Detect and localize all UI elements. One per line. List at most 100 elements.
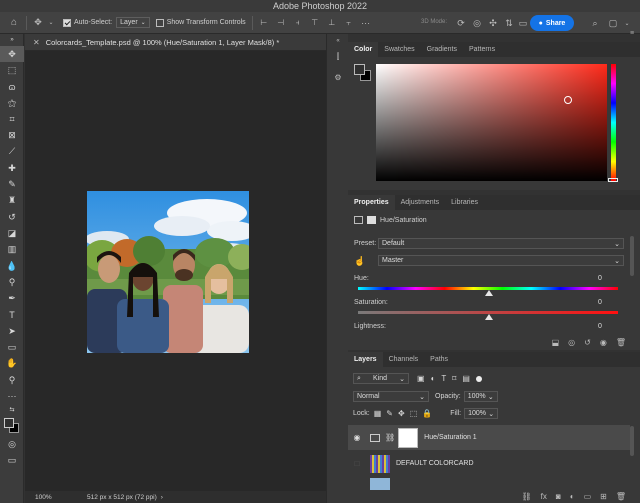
auto-select-target-dropdown[interactable]: Layer ⌄ <box>116 17 150 28</box>
close-icon[interactable]: ✕ <box>33 38 40 47</box>
screen-mode-icon[interactable]: ▭ <box>0 453 24 469</box>
clip-to-layer-icon[interactable]: ⬓ <box>552 338 560 347</box>
document-canvas[interactable] <box>87 191 249 353</box>
tab-gradients[interactable]: Gradients <box>421 42 463 57</box>
tab-color[interactable]: Color <box>348 42 379 57</box>
marquee-tool-icon[interactable]: ⬚ <box>0 62 24 78</box>
checkbox-unchecked-icon[interactable] <box>155 18 164 27</box>
quick-mask-icon[interactable]: ◎ <box>0 437 24 453</box>
filter-kind-dropdown[interactable]: ⌕ Kind ⌄ <box>353 373 409 384</box>
filter-smart-object-icon[interactable]: ▤ <box>462 374 470 383</box>
layers-scrollbar[interactable] <box>630 426 634 456</box>
checkbox-checked-icon[interactable] <box>63 18 71 27</box>
stamp-tool-icon[interactable]: ♜ <box>0 193 24 209</box>
filter-toggle-icon[interactable] <box>475 375 482 382</box>
eraser-tool-icon[interactable]: ◪ <box>0 225 24 241</box>
pen-tool-icon[interactable]: ✒ <box>0 290 24 306</box>
layer-row[interactable]: □ DEFAULT COLORCARD <box>348 451 630 476</box>
lock-artboard-icon[interactable]: ⬚ <box>410 409 418 418</box>
share-button[interactable]: ● Share <box>530 15 574 31</box>
foreground-color-swatch[interactable] <box>354 64 365 75</box>
tab-properties[interactable]: Properties <box>348 195 395 210</box>
dodge-tool-icon[interactable]: ⚲ <box>0 274 24 290</box>
history-icon[interactable]: ⫿ <box>327 49 349 65</box>
tab-channels[interactable]: Channels <box>383 352 425 367</box>
workspace-icon[interactable]: ▢ <box>607 17 619 29</box>
layer-mask-thumbnail[interactable] <box>398 427 419 448</box>
document-tab[interactable]: ✕ Colorcards_Template.psd @ 100% (Hue/Sa… <box>25 34 340 51</box>
hand-tool-icon[interactable]: ✋ <box>0 356 24 372</box>
orbit-icon[interactable]: ⟳ <box>455 17 467 29</box>
eye-icon[interactable]: ◉ <box>348 433 366 442</box>
brush-tool-icon[interactable]: ✎ <box>0 176 24 192</box>
new-adjustment-icon[interactable]: ◐ <box>570 492 575 501</box>
align-middle-icon[interactable]: ⊥ <box>326 17 338 29</box>
edit-toolbar-icon[interactable]: ··· <box>0 388 24 404</box>
gradient-tool-icon[interactable]: ▥ <box>0 242 24 258</box>
layer-row[interactable]: ◉ ⛓ Hue/Saturation 1 <box>348 425 630 450</box>
collapse-icon[interactable]: » <box>0 34 24 46</box>
link-layers-icon[interactable]: ⛓ <box>522 492 532 501</box>
tab-paths[interactable]: Paths <box>424 352 454 367</box>
magic-wand-tool-icon[interactable]: ⚝ <box>0 95 24 111</box>
tab-patterns[interactable]: Patterns <box>463 42 501 57</box>
layer-mask-icon[interactable] <box>367 216 376 224</box>
layer-row[interactable] <box>348 477 630 490</box>
move-tool-icon[interactable]: ✥ <box>0 46 24 63</box>
video-icon[interactable]: ▭ <box>517 17 529 29</box>
chevron-down-icon[interactable]: ⌄ <box>621 17 633 29</box>
canvas-area[interactable] <box>25 51 340 491</box>
eyedropper-tool-icon[interactable]: ⟋ <box>0 144 24 160</box>
reset-icon[interactable]: ↺ <box>584 338 591 347</box>
link-icon[interactable]: ⛓ <box>385 433 395 442</box>
align-top-icon[interactable]: ⊤ <box>309 17 321 29</box>
move-tool-icon[interactable]: ✥ <box>32 17 44 29</box>
brush-settings-icon[interactable]: ⚙ <box>327 69 349 85</box>
chevron-down-icon[interactable]: ⌄ <box>45 17 57 29</box>
lock-image-icon[interactable]: ✎ <box>386 409 393 418</box>
view-previous-icon[interactable]: ◎ <box>568 338 575 347</box>
visibility-icon[interactable]: ◉ <box>600 338 607 347</box>
channel-dropdown[interactable]: Master ⌄ <box>378 255 624 266</box>
align-center-icon[interactable]: ⊣ <box>275 17 287 29</box>
roll-icon[interactable]: ◎ <box>471 17 483 29</box>
align-bottom-icon[interactable]: ⫟ <box>343 17 355 29</box>
panel-menu-icon[interactable]: ≡ <box>630 30 634 37</box>
saturation-slider-thumb[interactable] <box>485 314 493 320</box>
hue-slider-thumb[interactable] <box>608 178 618 182</box>
frame-tool-icon[interactable]: ⊠ <box>0 127 24 143</box>
lock-position-icon[interactable]: ✥ <box>398 409 405 418</box>
show-transform-checkbox[interactable]: Show Transform Controls <box>155 18 246 27</box>
slide-3d-icon[interactable]: ⇅ <box>503 17 515 29</box>
auto-select-checkbox[interactable]: Auto-Select: <box>63 18 112 27</box>
home-icon[interactable]: ⌂ <box>8 17 20 29</box>
hue-slider[interactable] <box>611 64 616 181</box>
search-icon[interactable]: ⌕ <box>589 17 601 29</box>
tab-layers[interactable]: Layers <box>348 352 383 367</box>
filter-shape-icon[interactable]: ⌑ <box>452 374 456 383</box>
preset-dropdown[interactable]: Default ⌄ <box>378 238 624 249</box>
more-icon[interactable]: ··· <box>360 17 372 29</box>
tab-adjustments[interactable]: Adjustments <box>395 195 446 210</box>
properties-scrollbar[interactable] <box>630 236 634 276</box>
tab-libraries[interactable]: Libraries <box>445 195 484 210</box>
hue-value[interactable]: 0 <box>598 275 602 282</box>
align-right-icon[interactable]: ⫞ <box>292 17 304 29</box>
crop-tool-icon[interactable]: ⌗ <box>0 111 24 127</box>
chevron-right-icon[interactable]: › <box>161 494 163 501</box>
healing-brush-tool-icon[interactable]: ✚ <box>0 160 24 176</box>
color-field[interactable] <box>376 64 607 181</box>
new-layer-icon[interactable]: ⊞ <box>600 492 607 501</box>
add-mask-icon[interactable]: ◙ <box>556 492 561 501</box>
align-left-icon[interactable]: ⊢ <box>258 17 270 29</box>
filter-adjustment-icon[interactable]: ◐ <box>431 374 436 383</box>
trash-icon[interactable]: 🗑 <box>616 338 626 347</box>
swap-colors-icon[interactable]: ⇆ <box>0 405 24 415</box>
lock-all-icon[interactable]: 🔒 <box>422 409 432 418</box>
history-brush-tool-icon[interactable]: ↺ <box>0 209 24 225</box>
layer-style-icon[interactable]: fx <box>541 492 547 501</box>
new-group-icon[interactable]: ▭ <box>584 492 592 501</box>
targeted-adjustment-icon[interactable]: ☝ <box>354 256 365 267</box>
blur-tool-icon[interactable]: 💧 <box>0 258 24 274</box>
saturation-value[interactable]: 0 <box>598 299 602 306</box>
